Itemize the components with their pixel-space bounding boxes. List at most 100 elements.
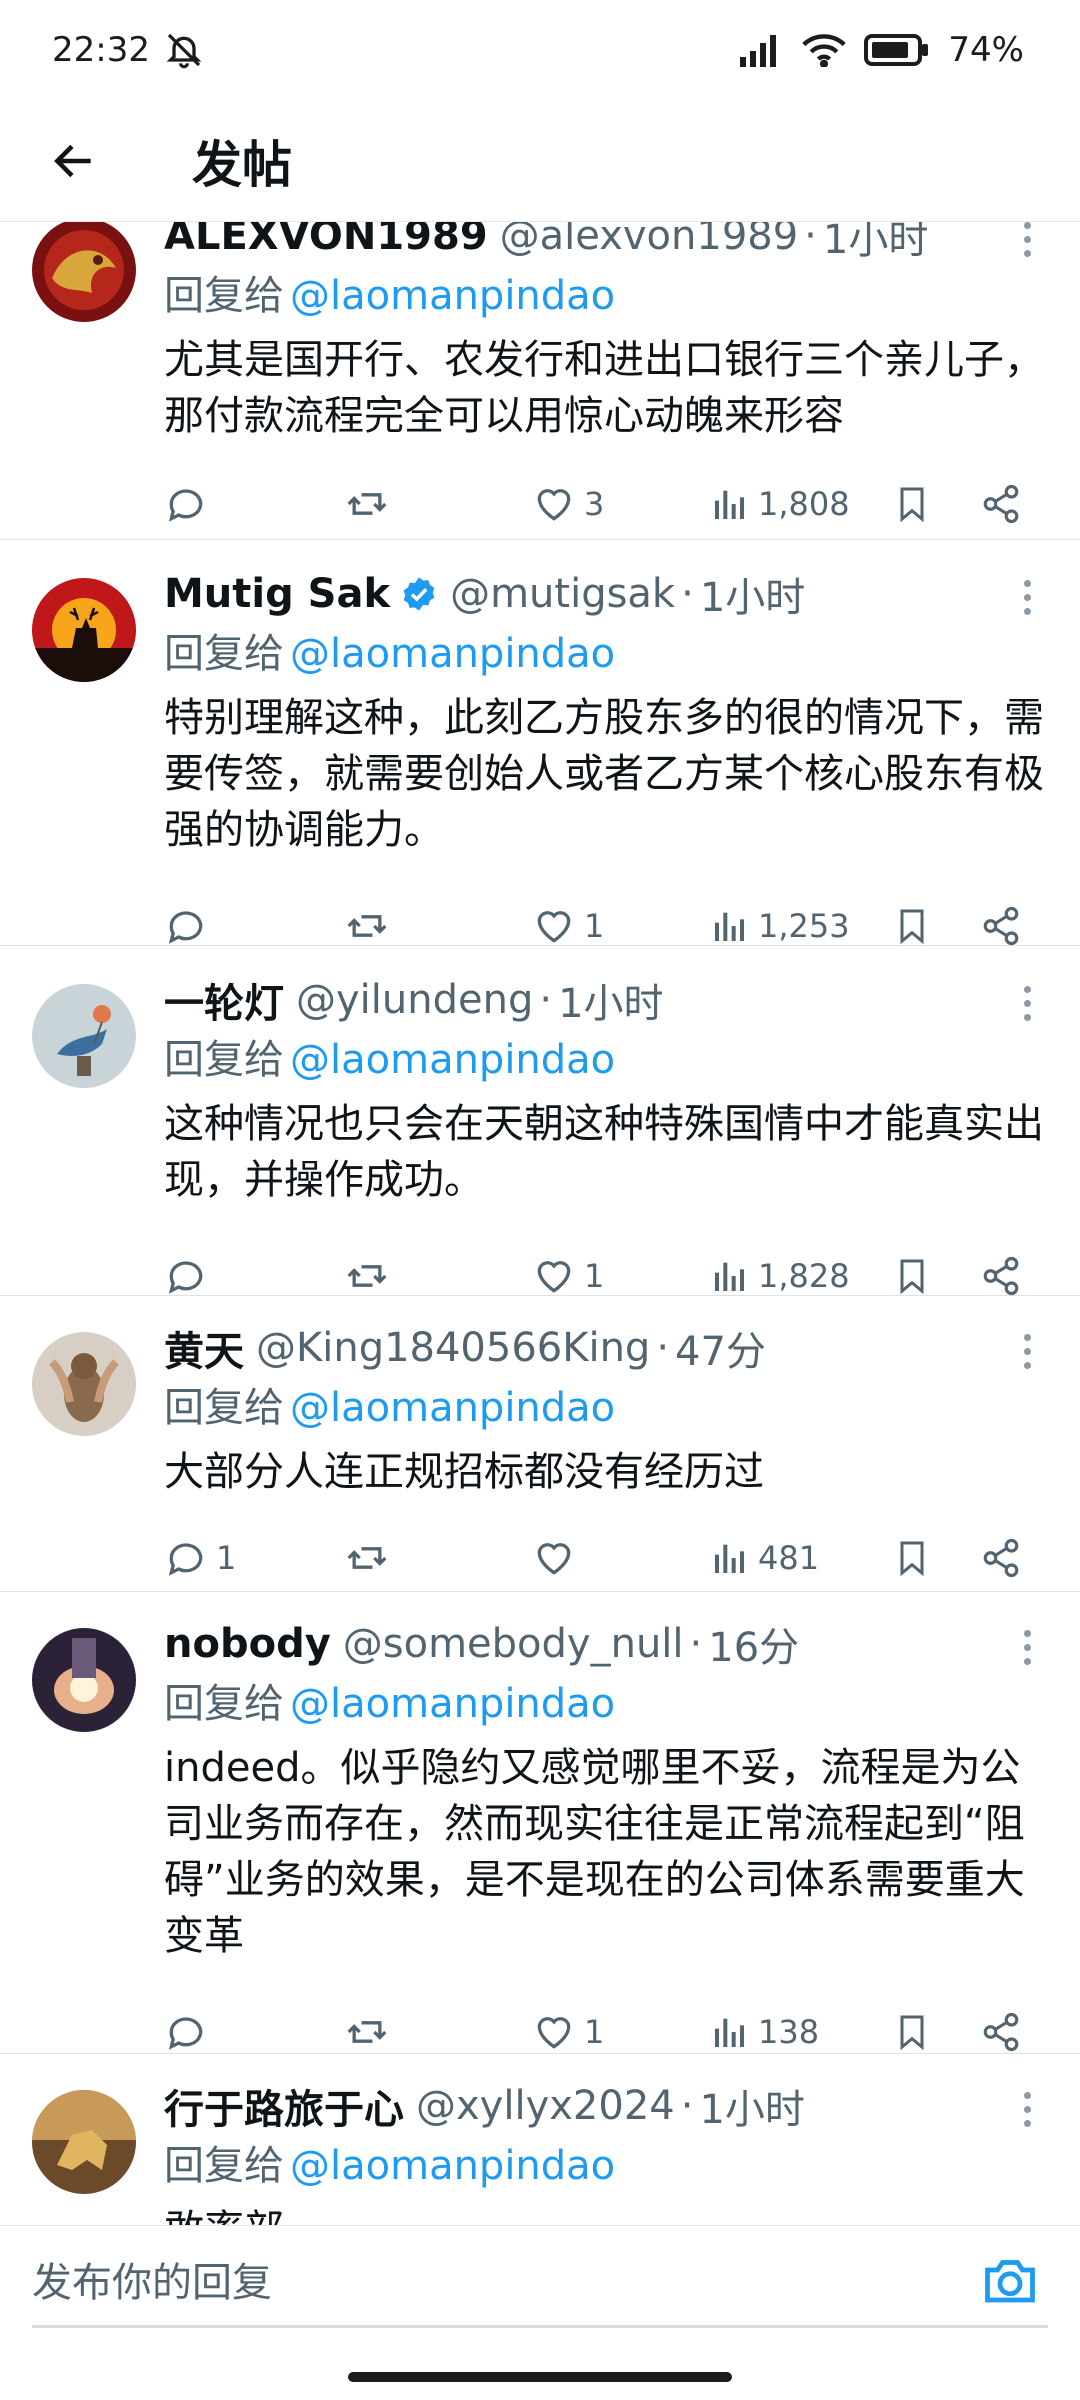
author-name[interactable]: nobody xyxy=(164,1621,331,1667)
retweet-icon xyxy=(347,493,387,515)
bookmark-icon xyxy=(900,2015,924,2051)
reply-count: 1 xyxy=(216,1539,237,1577)
share-icon xyxy=(983,1538,1019,1578)
like-button[interactable]: 1 xyxy=(532,2010,604,2054)
author-name[interactable]: 行于路旅于心 xyxy=(164,2077,404,2135)
retweet-icon xyxy=(347,1547,387,1569)
reply-tweet[interactable]: nobody @somebody_null · 16分 回复给 @laomanpi… xyxy=(0,1592,1080,2054)
retweet-button[interactable] xyxy=(344,482,390,526)
avatar[interactable] xyxy=(32,1332,136,1436)
bookmark-icon xyxy=(900,487,924,523)
analytics-icon xyxy=(715,1544,744,1573)
retweet-button[interactable] xyxy=(344,1254,390,1298)
bookmark-button[interactable] xyxy=(892,1536,932,1580)
bookmark-icon xyxy=(900,909,924,945)
share-button[interactable] xyxy=(980,2011,1022,2053)
reply-button[interactable] xyxy=(164,2010,208,2054)
tweet-text: 尤其是国开行、农发行和进出口银行三个亲儿子，那付款流程完全可以用惊心动魄来形容 xyxy=(164,337,1044,439)
reply-composer: 发布你的回复 xyxy=(0,2225,1080,2345)
bookmark-icon xyxy=(900,1541,924,1577)
author-handle[interactable]: @somebody_null xyxy=(343,1621,684,1667)
view-count: 138 xyxy=(758,2013,820,2051)
like-button[interactable]: 1 xyxy=(532,1254,604,1298)
retweet-button[interactable] xyxy=(344,2010,390,2054)
camera-icon xyxy=(985,2260,1035,2303)
reply-button[interactable] xyxy=(164,1254,208,1298)
views-button[interactable]: 1,253 xyxy=(710,906,850,946)
avatar[interactable] xyxy=(32,222,136,322)
bookmark-button[interactable] xyxy=(892,904,932,948)
bookmark-button[interactable] xyxy=(892,482,932,526)
heart-icon xyxy=(537,1543,571,1575)
comment-icon xyxy=(168,489,203,522)
back-button[interactable] xyxy=(34,121,114,201)
author-name[interactable]: 黄天 xyxy=(164,1319,244,1377)
share-icon xyxy=(983,2012,1019,2052)
more-options-button[interactable] xyxy=(1012,1326,1042,1376)
replies-feed[interactable]: ALEXVON1989 @alexvon1989 · 1小时 回复给 @laoma… xyxy=(0,222,1080,2225)
bookmark-icon xyxy=(900,1259,924,1295)
avatar[interactable] xyxy=(32,1628,136,1732)
share-icon xyxy=(983,906,1019,946)
views-button[interactable]: 1,828 xyxy=(710,1256,850,1296)
reply-tweet[interactable]: 一轮灯 @yilundeng · 1小时 回复给 @laomanpindao 这种… xyxy=(0,946,1080,1296)
comment-icon xyxy=(168,911,203,944)
mention-link[interactable]: @laomanpindao xyxy=(290,2143,615,2189)
avatar[interactable] xyxy=(32,578,136,682)
reply-button[interactable]: 1 xyxy=(164,1536,236,1580)
share-button[interactable] xyxy=(980,483,1022,525)
views-button[interactable]: 138 xyxy=(710,2012,819,2052)
author-handle[interactable]: @King1840566King xyxy=(256,1325,650,1371)
like-button[interactable]: 1 xyxy=(532,904,604,948)
reply-to-line: 回复给 @laomanpindao xyxy=(164,2143,616,2189)
author-name[interactable]: Mutig Sak xyxy=(164,571,390,617)
like-button[interactable]: 3 xyxy=(532,482,604,526)
comment-icon xyxy=(168,2017,203,2050)
reply-button[interactable] xyxy=(164,904,208,948)
reply-input[interactable]: 发布你的回复 xyxy=(32,2248,1048,2328)
author-handle[interactable]: @alexvon1989 xyxy=(500,222,799,259)
author-name[interactable]: ALEXVON1989 xyxy=(164,222,488,259)
status-time: 22:32 xyxy=(52,30,150,70)
reply-tweet[interactable]: 行于路旅于心 @xyllyx2024 · 1小时 回复给 @laomanpinda… xyxy=(0,2054,1080,2225)
action-bar: 3 1,808 xyxy=(164,454,1080,554)
views-button[interactable]: 481 xyxy=(710,1538,819,1578)
like-button[interactable] xyxy=(532,1536,576,1580)
author-handle[interactable]: @yilundeng xyxy=(296,977,533,1023)
mention-link[interactable]: @laomanpindao xyxy=(290,1385,615,1431)
reply-tweet[interactable]: Mutig Sak @mutigsak · 1小时 回复给 @laomanpind… xyxy=(0,540,1080,946)
mention-link[interactable]: @laomanpindao xyxy=(290,1037,615,1083)
more-options-button[interactable] xyxy=(1012,572,1042,622)
retweet-button[interactable] xyxy=(344,904,390,948)
mention-link[interactable]: @laomanpindao xyxy=(290,631,615,677)
more-options-button[interactable] xyxy=(1012,1622,1042,1672)
share-button[interactable] xyxy=(980,1255,1022,1297)
mention-link[interactable]: @laomanpindao xyxy=(290,273,615,319)
more-options-button[interactable] xyxy=(1012,978,1042,1028)
avatar[interactable] xyxy=(32,2090,136,2194)
bookmark-button[interactable] xyxy=(892,1254,932,1298)
retweet-icon xyxy=(347,1265,387,1287)
reply-tweet[interactable]: ALEXVON1989 @alexvon1989 · 1小时 回复给 @laoma… xyxy=(0,222,1080,540)
author-handle[interactable]: @mutigsak xyxy=(450,571,675,617)
bookmark-button[interactable] xyxy=(892,2010,932,2054)
home-indicator[interactable] xyxy=(348,2372,732,2382)
view-count: 481 xyxy=(758,1539,820,1577)
reply-tweet[interactable]: 黄天 @King1840566King · 47分 回复给 @laomanpind… xyxy=(0,1296,1080,1592)
battery-icon xyxy=(864,34,930,66)
heart-icon xyxy=(537,2017,571,2049)
more-options-button[interactable] xyxy=(1012,2084,1042,2134)
retweet-button[interactable] xyxy=(344,1536,390,1580)
reply-button[interactable] xyxy=(164,482,208,526)
mention-link[interactable]: @laomanpindao xyxy=(290,1681,615,1727)
more-options-button[interactable] xyxy=(1012,222,1042,264)
camera-button[interactable] xyxy=(980,2250,1040,2310)
comment-icon xyxy=(168,1543,203,1576)
views-button[interactable]: 1,808 xyxy=(710,484,850,524)
verified-badge-icon xyxy=(400,575,438,613)
author-handle[interactable]: @xyllyx2024 xyxy=(416,2083,675,2129)
share-button[interactable] xyxy=(980,1537,1022,1579)
share-button[interactable] xyxy=(980,905,1022,947)
author-name[interactable]: 一轮灯 xyxy=(164,971,284,1029)
avatar[interactable] xyxy=(32,984,136,1088)
